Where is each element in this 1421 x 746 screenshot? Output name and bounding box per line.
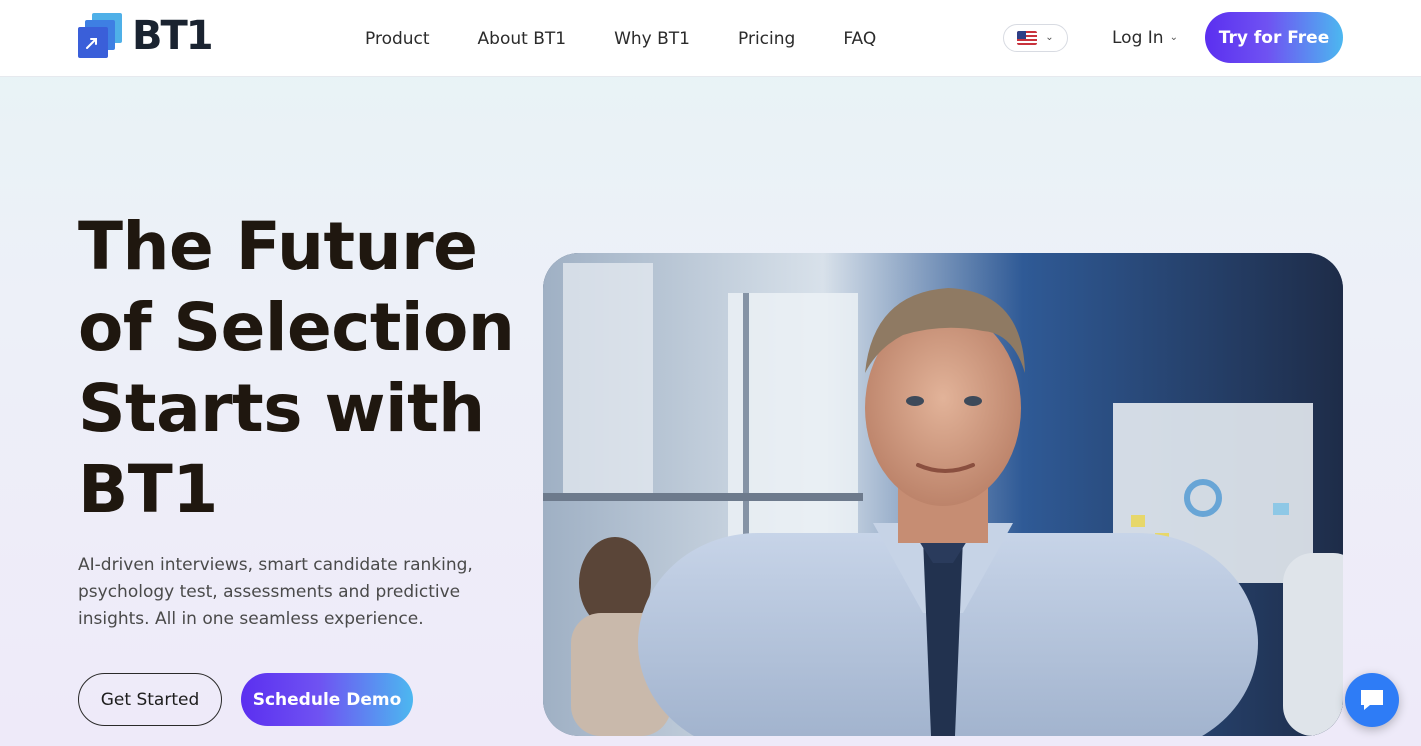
main-nav: Product About BT1 Why BT1 Pricing FAQ <box>365 0 924 77</box>
nav-item-pricing[interactable]: Pricing <box>738 29 795 49</box>
try-for-free-button[interactable]: Try for Free <box>1205 12 1343 63</box>
hero-photo <box>543 253 1343 736</box>
chat-bubble-icon[interactable] <box>1345 673 1399 727</box>
us-flag-icon <box>1017 31 1038 45</box>
nav-item-faq[interactable]: FAQ <box>843 29 876 49</box>
logo-mark-icon <box>78 13 122 59</box>
get-started-button[interactable]: Get Started <box>78 673 222 726</box>
schedule-demo-button[interactable]: Schedule Demo <box>241 673 413 726</box>
login-label: Log In <box>1112 28 1164 48</box>
nav-item-why[interactable]: Why BT1 <box>614 29 690 49</box>
chevron-down-icon: ⌄ <box>1045 32 1054 43</box>
language-selector[interactable]: ⌄ <box>1003 24 1068 52</box>
site-header: BT1 Product About BT1 Why BT1 Pricing FA… <box>0 0 1421 77</box>
brand-name: BT1 <box>132 13 214 59</box>
nav-item-product[interactable]: Product <box>365 29 430 49</box>
hero-subtitle: AI-driven interviews, smart candidate ra… <box>78 555 473 629</box>
brand-logo[interactable]: BT1 <box>78 12 214 60</box>
nav-item-about[interactable]: About BT1 <box>478 29 567 49</box>
chevron-down-icon: ⌄ <box>1169 32 1178 43</box>
hero-title: The Future of Selection Starts with BT1 <box>78 208 515 528</box>
login-dropdown[interactable]: Log In ⌄ <box>1112 26 1178 50</box>
